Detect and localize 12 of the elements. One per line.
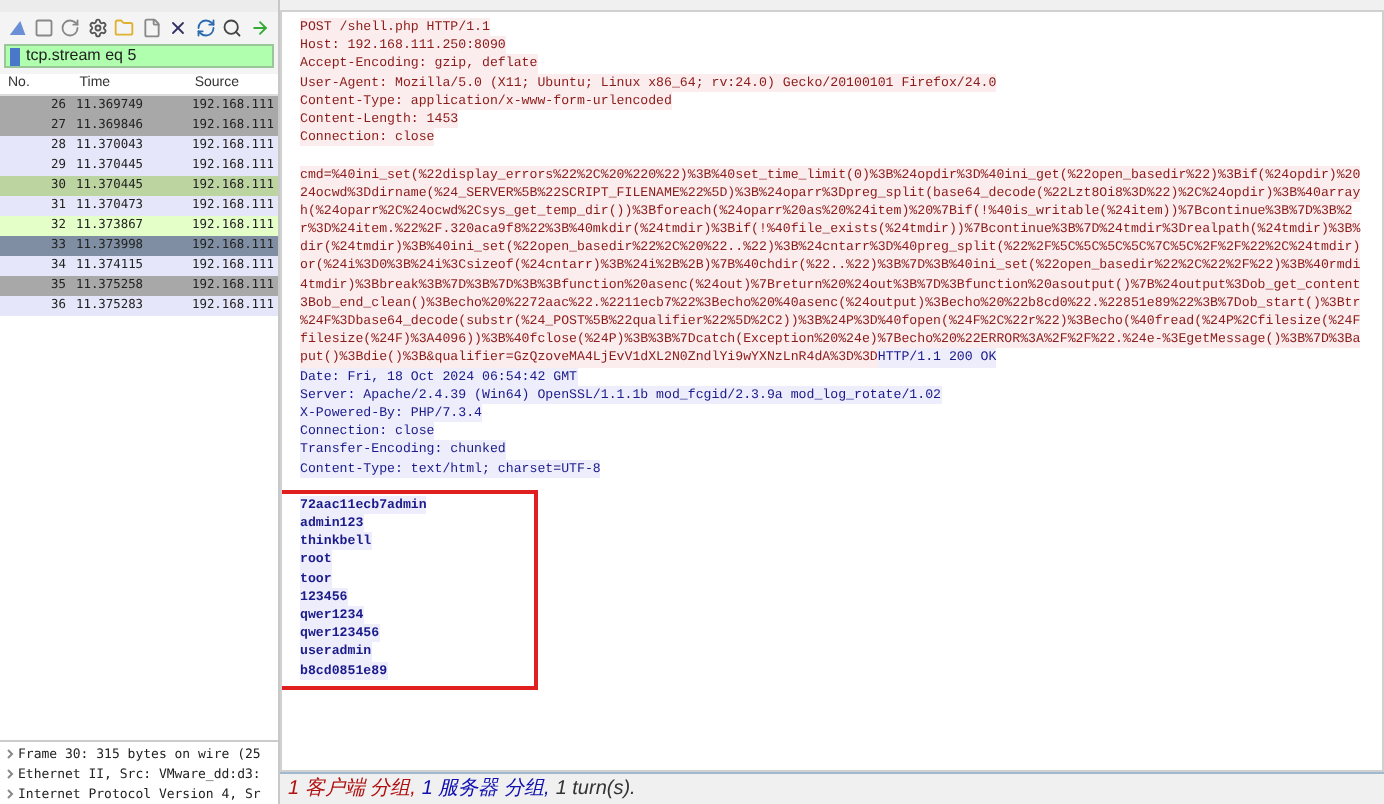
filter-text: tcp.stream eq 5 <box>26 44 137 68</box>
stop-icon[interactable] <box>33 16 55 40</box>
stream-summary-text: 1 客户端 分组, <box>288 775 416 804</box>
close-file-icon[interactable] <box>168 16 190 40</box>
search-icon[interactable] <box>222 16 243 40</box>
bookmark-icon[interactable] <box>10 47 20 65</box>
filter-field[interactable]: tcp.stream eq 5 <box>4 44 274 68</box>
stream-summary-text: 1 turn(s). <box>555 776 636 804</box>
stream-summary-text: 1 服务器 分组, <box>421 776 550 804</box>
restart-icon[interactable] <box>60 16 82 40</box>
reload-icon[interactable] <box>195 16 216 40</box>
settings-icon[interactable] <box>87 16 109 40</box>
